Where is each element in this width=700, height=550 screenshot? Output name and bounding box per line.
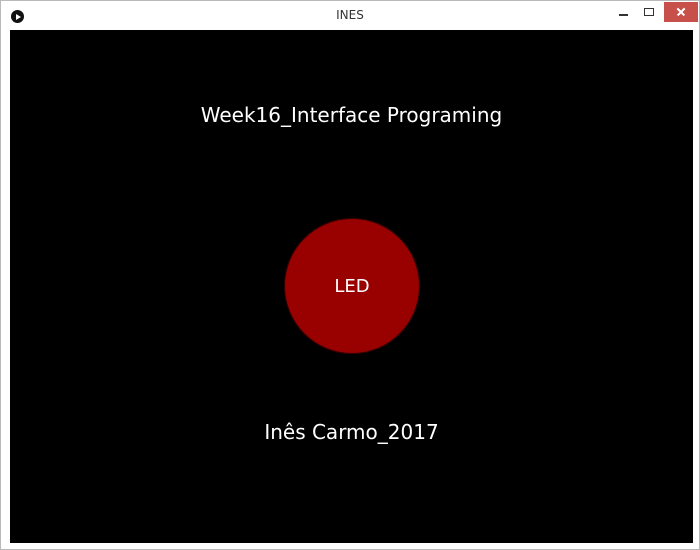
- led-button[interactable]: LED: [284, 218, 420, 354]
- led-button-label: LED: [334, 275, 370, 297]
- maximize-button[interactable]: [637, 2, 663, 22]
- page-title: Week16_Interface Programing: [200, 103, 503, 127]
- sketch-canvas: Week16_Interface Programing LED Inês Car…: [10, 30, 693, 543]
- author-credit: Inês Carmo_2017: [264, 420, 439, 444]
- minimize-button[interactable]: [611, 2, 637, 22]
- window-title: INES: [336, 8, 364, 22]
- app-window: INES Week16_Interface Programing LED Inê…: [0, 0, 700, 550]
- close-button[interactable]: [664, 2, 698, 22]
- title-bar[interactable]: INES: [1, 1, 699, 30]
